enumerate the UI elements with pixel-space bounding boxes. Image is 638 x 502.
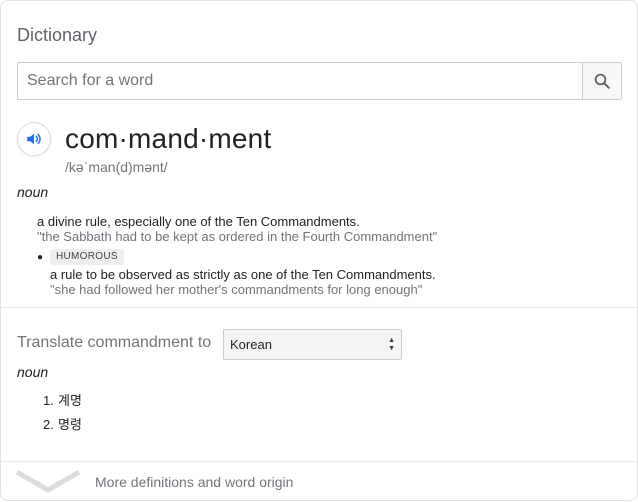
pronunciation-audio-button[interactable] bbox=[17, 122, 51, 156]
definition-example: "the Sabbath had to be kept as ordered i… bbox=[37, 229, 438, 244]
language-select[interactable]: Korean ▲ ▼ bbox=[223, 329, 402, 360]
translation-item: 1. 계명 bbox=[43, 390, 82, 409]
speaker-icon bbox=[27, 133, 41, 145]
chevron-down-icon bbox=[15, 469, 81, 493]
translation-text: 명령 bbox=[57, 418, 82, 433]
search-input[interactable] bbox=[17, 62, 582, 100]
part-of-speech: noun bbox=[17, 184, 49, 200]
translation-part-of-speech: noun bbox=[17, 364, 49, 380]
search-bar bbox=[17, 62, 622, 100]
definition-bullet: ● bbox=[37, 252, 44, 263]
language-select-value: Korean bbox=[230, 337, 272, 352]
more-definitions-link[interactable]: More definitions and word origin bbox=[1, 462, 637, 502]
translation-text: 계명 bbox=[57, 394, 82, 409]
definition-text: a rule to be observed as strictly as one… bbox=[50, 267, 436, 282]
dictionary-card: Dictionary com·mand·ment /kəˈman(d)mənt/… bbox=[0, 0, 638, 501]
definition-text: a divine rule, especially one of the Ten… bbox=[37, 214, 360, 229]
translation-number: 1. bbox=[43, 393, 54, 408]
select-arrows-icon: ▲ ▼ bbox=[388, 337, 395, 352]
translation-item: 2. 명령 bbox=[43, 414, 82, 433]
headword: com·mand·ment bbox=[65, 123, 272, 154]
translation-number: 2. bbox=[43, 417, 54, 432]
search-button[interactable] bbox=[582, 62, 622, 100]
dictionary-title: Dictionary bbox=[17, 25, 98, 45]
more-definitions-label: More definitions and word origin bbox=[95, 474, 294, 490]
usage-label-badge: HUMOROUS bbox=[50, 249, 124, 265]
search-icon bbox=[594, 73, 610, 89]
definition-example: "she had followed her mother's commandme… bbox=[50, 282, 423, 297]
section-divider bbox=[1, 307, 637, 308]
phonetic-spelling: /kəˈman(d)mənt/ bbox=[65, 159, 168, 175]
translate-label: Translate commandment to bbox=[17, 334, 212, 351]
